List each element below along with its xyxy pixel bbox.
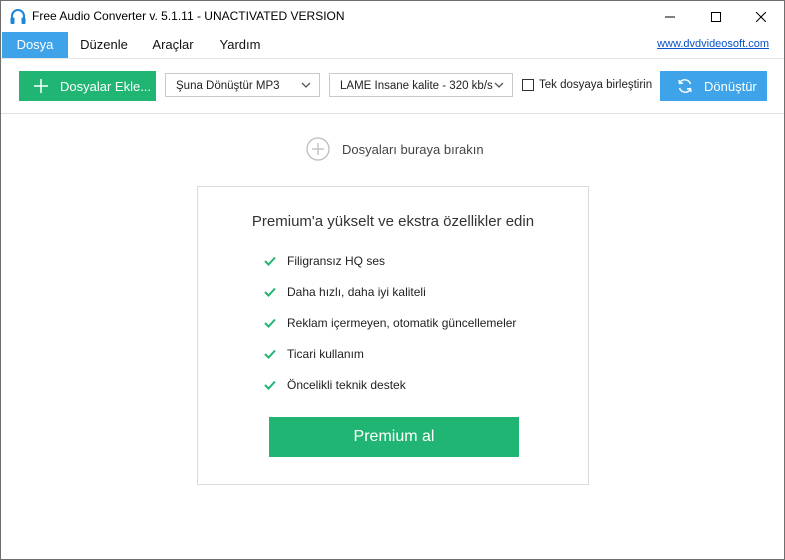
menu-duzenle[interactable]: Düzenle xyxy=(70,32,138,58)
menu-yardim[interactable]: Yardım xyxy=(208,32,272,58)
premium-card: Premium'a yükselt ve ekstra özellikler e… xyxy=(197,186,589,485)
refresh-icon xyxy=(678,79,692,93)
maximize-icon xyxy=(711,11,721,22)
feature-item: Reklam içermeyen, otomatik güncellemeler xyxy=(264,313,516,333)
chevron-down-icon xyxy=(301,82,311,88)
check-icon xyxy=(264,349,276,359)
quality-select[interactable]: LAME Insane kalite - 320 kb/s xyxy=(329,73,513,97)
get-premium-button[interactable]: Premium al xyxy=(269,417,519,457)
headphones-icon xyxy=(10,9,26,24)
feature-label: Reklam içermeyen, otomatik güncellemeler xyxy=(287,316,517,330)
premium-title: Premium'a yükselt ve ekstra özellikler e… xyxy=(251,213,535,230)
menu-bar: Dosya Düzenle Araçlar Yardım www.dvdvide… xyxy=(1,32,784,58)
feature-item: Daha hızlı, daha iyi kaliteli xyxy=(264,282,426,302)
add-files-button[interactable]: Dosyalar Ekle... xyxy=(19,71,156,101)
maximize-button[interactable] xyxy=(693,1,739,32)
feature-item: Öncelikli teknik destek xyxy=(264,375,406,395)
merge-option[interactable]: Tek dosyaya birleştirin xyxy=(522,79,652,91)
feature-label: Öncelikli teknik destek xyxy=(287,378,406,392)
app-window: Free Audio Converter v. 5.1.11 - UNACTIV… xyxy=(0,0,785,560)
check-icon xyxy=(264,287,276,297)
close-icon xyxy=(756,11,766,22)
merge-label: Tek dosyaya birleştirin xyxy=(539,79,653,91)
toolbar: Dosyalar Ekle... Şuna Dönüştür MP3 LAME … xyxy=(1,58,784,114)
window-title: Free Audio Converter v. 5.1.11 - UNACTIV… xyxy=(32,9,345,23)
feature-item: Ticari kullanım xyxy=(264,344,364,364)
feature-label: Ticari kullanım xyxy=(287,347,364,361)
close-button[interactable] xyxy=(738,1,784,32)
minimize-button[interactable] xyxy=(647,1,693,32)
check-icon xyxy=(264,256,276,266)
add-circle-icon xyxy=(306,137,330,161)
format-select-value: Şuna Dönüştür MP3 xyxy=(176,80,280,92)
plus-icon xyxy=(34,79,48,93)
drop-zone-hint[interactable]: Dosyaları buraya bırakın xyxy=(306,137,484,161)
format-select[interactable]: Şuna Dönüştür MP3 xyxy=(165,73,320,97)
feature-label: Filigransız HQ ses xyxy=(287,254,386,268)
check-icon xyxy=(264,318,276,328)
website-link[interactable]: www.dvdvideosoft.com xyxy=(657,38,769,50)
feature-label: Daha hızlı, daha iyi kaliteli xyxy=(287,285,426,299)
quality-select-value: LAME Insane kalite - 320 kb/s xyxy=(340,80,493,92)
menu-dosya[interactable]: Dosya xyxy=(2,32,68,58)
convert-label: Dönüştür xyxy=(704,78,757,94)
merge-checkbox[interactable] xyxy=(522,79,534,91)
convert-button[interactable]: Dönüştür xyxy=(660,71,767,101)
add-files-label: Dosyalar Ekle... xyxy=(60,78,152,94)
title-bar[interactable]: Free Audio Converter v. 5.1.11 - UNACTIV… xyxy=(1,1,784,32)
check-icon xyxy=(264,380,276,390)
drop-hint-label: Dosyaları buraya bırakın xyxy=(342,141,484,157)
feature-item: Filigransız HQ ses xyxy=(264,251,385,271)
minimize-icon xyxy=(665,16,675,17)
menu-araclar[interactable]: Araçlar xyxy=(140,32,206,58)
chevron-down-icon xyxy=(494,82,504,88)
